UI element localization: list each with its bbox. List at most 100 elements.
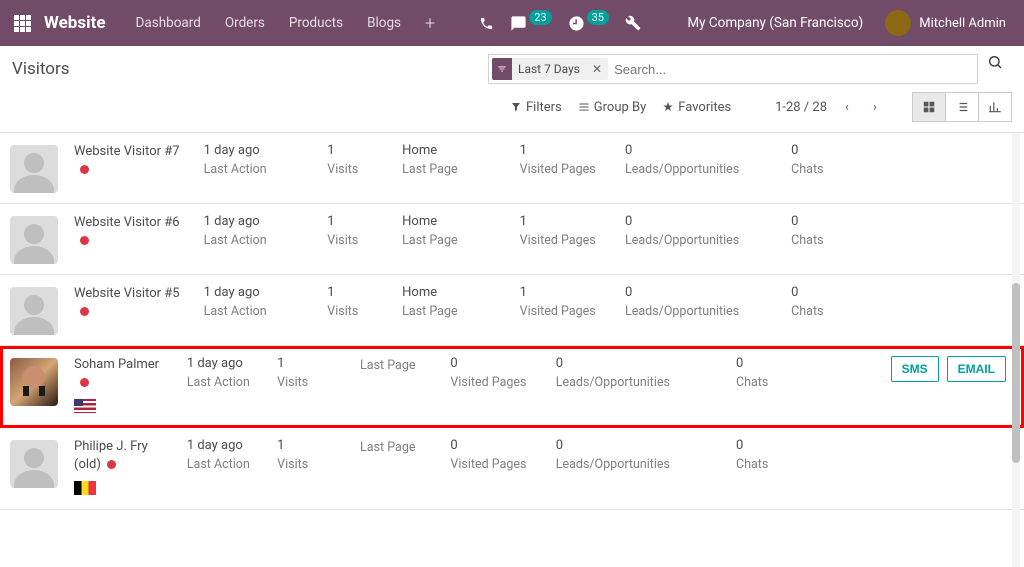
last-page-value: Home bbox=[402, 214, 506, 231]
last-page-value: Home bbox=[402, 143, 506, 160]
visitor-card[interactable]: Website Visitor #7 1 day agoLast Action … bbox=[0, 133, 1024, 204]
phone-icon[interactable] bbox=[471, 0, 502, 46]
facet-label: Last 7 Days bbox=[512, 62, 586, 76]
pager-text[interactable]: 1-28 / 28 bbox=[775, 100, 827, 115]
flag-icon bbox=[74, 399, 96, 413]
chats-label: Chats bbox=[736, 374, 812, 392]
visits-value: 1 bbox=[327, 285, 388, 302]
nav-products[interactable]: Products bbox=[277, 0, 355, 46]
pages-label: Visited Pages bbox=[520, 232, 611, 250]
chats-value: 0 bbox=[736, 356, 812, 373]
visitor-avatar bbox=[10, 216, 58, 264]
scrollbar-thumb[interactable] bbox=[1012, 283, 1020, 463]
user-menu[interactable]: Mitchell Admin bbox=[879, 10, 1016, 36]
leads-value: 0 bbox=[556, 438, 722, 455]
time-label: Last Action bbox=[204, 161, 314, 179]
chats-value: 0 bbox=[736, 438, 812, 455]
filters-button[interactable]: Filters bbox=[510, 100, 562, 115]
scrollbar[interactable] bbox=[1007, 133, 1022, 567]
time-label: Last Action bbox=[187, 374, 263, 392]
search-icon[interactable] bbox=[978, 54, 1012, 84]
visits-value: 1 bbox=[327, 214, 388, 231]
sms-button[interactable]: SMS bbox=[891, 356, 939, 382]
chats-label: Chats bbox=[791, 232, 858, 250]
visits-label: Visits bbox=[277, 374, 346, 392]
facet-remove-icon[interactable]: ✕ bbox=[586, 62, 608, 76]
visitor-name: Soham Palmer bbox=[74, 356, 173, 391]
kanban-list[interactable]: Website Visitor #7 1 day agoLast Action … bbox=[0, 133, 1024, 567]
leads-value: 0 bbox=[556, 356, 722, 373]
visits-value: 1 bbox=[277, 356, 346, 373]
messages-icon[interactable]: 23 bbox=[502, 0, 559, 46]
chats-value: 0 bbox=[791, 143, 858, 160]
nav-blogs[interactable]: Blogs bbox=[355, 0, 413, 46]
email-button[interactable]: EMAIL bbox=[947, 356, 1006, 382]
last-page-label: Last Page bbox=[360, 439, 436, 457]
pages-value: 1 bbox=[520, 214, 611, 231]
groupby-button[interactable]: Group By bbox=[578, 100, 647, 115]
time-label: Last Action bbox=[204, 303, 314, 321]
leads-label: Leads/Opportunities bbox=[625, 303, 777, 321]
leads-label: Leads/Opportunities bbox=[556, 374, 722, 392]
time-value: 1 day ago bbox=[187, 356, 263, 373]
leads-value: 0 bbox=[625, 285, 777, 302]
brand[interactable]: Website bbox=[44, 13, 106, 33]
pager-prev-icon[interactable]: ‹ bbox=[833, 93, 861, 121]
leads-value: 0 bbox=[625, 214, 777, 231]
visitor-name: Philipe J. Fry (old) bbox=[74, 438, 173, 473]
favorites-button[interactable]: Favorites bbox=[662, 100, 731, 115]
pages-label: Visited Pages bbox=[520, 303, 611, 321]
visitor-avatar bbox=[10, 287, 58, 335]
leads-value: 0 bbox=[625, 143, 777, 160]
view-kanban-button[interactable] bbox=[912, 92, 946, 122]
chats-label: Chats bbox=[791, 303, 858, 321]
company-selector[interactable]: My Company (San Francisco) bbox=[671, 15, 879, 31]
visitor-card[interactable]: Website Visitor #6 1 day agoLast Action … bbox=[0, 204, 1024, 275]
time-value: 1 day ago bbox=[204, 214, 314, 231]
visitor-card[interactable]: Website Visitor #5 1 day agoLast Action … bbox=[0, 275, 1024, 346]
visits-label: Visits bbox=[327, 232, 388, 250]
settings-icon[interactable] bbox=[617, 0, 649, 46]
filter-icon bbox=[492, 58, 512, 80]
presence-dot bbox=[80, 236, 89, 245]
visits-label: Visits bbox=[277, 456, 346, 474]
time-value: 1 day ago bbox=[204, 143, 314, 160]
activities-icon[interactable]: 35 bbox=[560, 0, 617, 46]
visitor-avatar bbox=[10, 358, 58, 406]
visits-value: 1 bbox=[277, 438, 346, 455]
visitor-name: Website Visitor #5 bbox=[74, 285, 190, 320]
visitor-name: Website Visitor #6 bbox=[74, 214, 190, 249]
view-graph-button[interactable] bbox=[978, 92, 1012, 122]
search-facet: Last 7 Days ✕ bbox=[492, 58, 608, 80]
visitor-avatar bbox=[10, 440, 58, 488]
visits-label: Visits bbox=[327, 303, 388, 321]
search-input[interactable] bbox=[608, 56, 977, 82]
control-panel: Visitors Last 7 Days ✕ Filters Group By … bbox=[0, 46, 1024, 133]
pages-label: Visited Pages bbox=[520, 161, 611, 179]
chats-value: 0 bbox=[791, 214, 858, 231]
visits-label: Visits bbox=[327, 161, 388, 179]
visitor-avatar bbox=[10, 145, 58, 193]
presence-dot bbox=[80, 165, 89, 174]
pager-next-icon[interactable]: › bbox=[861, 93, 889, 121]
visitor-card[interactable]: Soham Palmer 1 day agoLast Action 1Visit… bbox=[0, 346, 1024, 428]
last-page-label: Last Page bbox=[402, 161, 506, 179]
time-label: Last Action bbox=[204, 232, 314, 250]
view-list-button[interactable] bbox=[945, 92, 979, 122]
topbar: Website Dashboard Orders Products Blogs … bbox=[0, 0, 1024, 46]
nav-orders[interactable]: Orders bbox=[213, 0, 277, 46]
time-value: 1 day ago bbox=[204, 285, 314, 302]
visitor-card[interactable]: Philipe J. Fry (old) 1 day agoLast Actio… bbox=[0, 428, 1024, 510]
apps-icon[interactable] bbox=[14, 15, 34, 32]
nav-dashboard[interactable]: Dashboard bbox=[124, 0, 213, 46]
visitor-name: Website Visitor #7 bbox=[74, 143, 190, 178]
search-box[interactable]: Last 7 Days ✕ bbox=[488, 54, 978, 84]
page-title: Visitors bbox=[12, 59, 90, 79]
visits-value: 1 bbox=[327, 143, 388, 160]
pages-value: 0 bbox=[450, 438, 541, 455]
time-label: Last Action bbox=[187, 456, 263, 474]
time-value: 1 day ago bbox=[187, 438, 263, 455]
nav-new-icon[interactable]: + bbox=[413, 0, 447, 46]
chats-label: Chats bbox=[736, 456, 812, 474]
last-page-label: Last Page bbox=[360, 357, 436, 375]
